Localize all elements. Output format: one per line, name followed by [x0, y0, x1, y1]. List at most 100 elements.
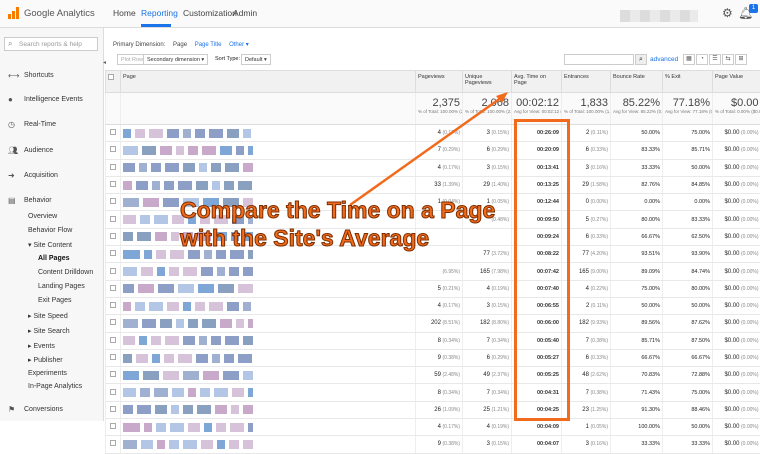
- row-checkbox[interactable]: [106, 159, 121, 176]
- page-url-cell[interactable]: [121, 159, 416, 176]
- sidebar-item-landing-pages[interactable]: Landing Pages: [38, 283, 85, 290]
- table-filter-input[interactable]: [564, 54, 634, 65]
- app-logo[interactable]: Google Analytics: [8, 7, 95, 19]
- sidebar-item-real-time[interactable]: Real-Time: [24, 121, 56, 128]
- table-row[interactable]: 4 (0.17%)3 (0.15%)00:06:552 (0.11%)50.00…: [106, 297, 760, 314]
- table-row[interactable]: 26 (1.09%)25 (1.21%)00:04:2523 (1.25%)91…: [106, 401, 760, 418]
- row-checkbox[interactable]: [106, 419, 121, 436]
- dimension-page[interactable]: Page: [173, 42, 187, 48]
- header-pageviews[interactable]: Pageviews: [416, 71, 463, 93]
- table-row[interactable]: 9 (0.38%)6 (0.29%)00:05:276 (0.33%)66.67…: [106, 349, 760, 366]
- page-url-cell[interactable]: [121, 125, 416, 142]
- table-row[interactable]: 33 (1.39%)29 (1.40%)00:13:2529 (1.58%)82…: [106, 176, 760, 193]
- sidebar-item-site-content[interactable]: ▾ Site Content: [28, 241, 72, 249]
- sidebar-item-behavior-flow[interactable]: Behavior Flow: [28, 227, 72, 234]
- header-avg-time-on-page[interactable]: Avg. Time on Page: [512, 71, 562, 93]
- sidebar-item-in-page-analytics[interactable]: In-Page Analytics: [28, 383, 82, 390]
- exit-cell: 0.00%: [663, 194, 713, 211]
- table-row[interactable]: 4 (0.17%)3 (0.15%)00:26:092 (0.11%)50.00…: [106, 125, 760, 142]
- tab-reporting[interactable]: Reporting: [141, 8, 178, 18]
- table-row[interactable]: 4 (0.17%)4 (0.19%)00:04:091 (0.05%)100.0…: [106, 419, 760, 436]
- gear-icon[interactable]: ⚙: [722, 6, 733, 20]
- table-row[interactable]: 5 (0.21%)4 (0.19%)00:07:404 (0.22%)75.00…: [106, 280, 760, 297]
- tab-home[interactable]: Home: [113, 8, 136, 18]
- row-checkbox[interactable]: [106, 194, 121, 211]
- page-url-cell[interactable]: [121, 297, 416, 314]
- search-input[interactable]: ⌕Search reports & help: [4, 37, 98, 51]
- table-row[interactable]: (6.95%)165 (7.98%)00:07:42165 (9.00%)89.…: [106, 263, 760, 280]
- table-row[interactable]: 59 (2.48%)49 (2.37%)00:05:2548 (2.62%)70…: [106, 367, 760, 384]
- table-row[interactable]: 202 (8.51%)182 (8.80%)00:06:00182 (9.93%…: [106, 315, 760, 332]
- header-checkbox[interactable]: [106, 71, 121, 93]
- account-selector[interactable]: [620, 10, 698, 22]
- page-url-cell[interactable]: [121, 176, 416, 193]
- dimension-other[interactable]: Other ▾: [229, 42, 249, 48]
- page-url-cell[interactable]: [121, 142, 416, 159]
- table-row[interactable]: 8 (0.34%)7 (0.34%)00:04:317 (0.38%)71.43…: [106, 384, 760, 401]
- advanced-filter-link[interactable]: advanced: [650, 56, 678, 63]
- table-view-icon[interactable]: ▦: [683, 54, 695, 65]
- row-checkbox[interactable]: [106, 436, 121, 453]
- row-checkbox[interactable]: [106, 401, 121, 418]
- row-checkbox[interactable]: [106, 142, 121, 159]
- header-exit[interactable]: % Exit: [663, 71, 713, 93]
- sidebar-item-experiments[interactable]: Experiments: [28, 370, 67, 377]
- dimension-page-title[interactable]: Page Title: [195, 42, 222, 48]
- row-checkbox[interactable]: [106, 263, 121, 280]
- table-row[interactable]: 8 (0.34%)7 (0.34%)00:05:407 (0.38%)85.71…: [106, 332, 760, 349]
- page-url-cell[interactable]: [121, 315, 416, 332]
- sidebar-item-conversions[interactable]: Conversions: [24, 406, 63, 413]
- bar-view-icon[interactable]: ☰: [709, 54, 721, 65]
- row-checkbox[interactable]: [106, 228, 121, 245]
- row-checkbox[interactable]: [106, 349, 121, 366]
- header-bounce-rate[interactable]: Bounce Rate: [611, 71, 663, 93]
- table-row[interactable]: 9 (0.38%)3 (0.15%)00:04:073 (0.16%)33.33…: [106, 436, 760, 453]
- sidebar-item-site-search[interactable]: ▸ Site Search: [28, 327, 70, 335]
- header-page-value[interactable]: Page Value: [713, 71, 760, 93]
- pivot-view-icon[interactable]: ⊞: [735, 54, 747, 65]
- page-url-cell[interactable]: [121, 436, 416, 453]
- sidebar-item-site-speed[interactable]: ▸ Site Speed: [28, 312, 68, 320]
- row-checkbox[interactable]: [106, 315, 121, 332]
- sort-type-dropdown[interactable]: Default ▾: [241, 54, 271, 65]
- sidebar-item-acquisition[interactable]: Acquisition: [24, 172, 58, 179]
- tab-admin[interactable]: Admin: [233, 8, 257, 18]
- sidebar-item-events[interactable]: ▸ Events: [28, 342, 55, 350]
- compare-view-icon[interactable]: ⇆: [722, 54, 734, 65]
- row-checkbox[interactable]: [106, 384, 121, 401]
- row-checkbox[interactable]: [106, 297, 121, 314]
- page-url-cell[interactable]: [121, 401, 416, 418]
- secondary-dimension-dropdown[interactable]: Secondary dimension ▾: [143, 54, 208, 65]
- tab-customization[interactable]: Customization: [183, 8, 237, 18]
- row-checkbox[interactable]: [106, 176, 121, 193]
- page-url-cell[interactable]: [121, 349, 416, 366]
- sidebar-item-behavior[interactable]: Behavior: [24, 197, 52, 204]
- sidebar-item-audience[interactable]: Audience: [24, 147, 53, 154]
- page-url-cell[interactable]: [121, 332, 416, 349]
- header-entrances[interactable]: Entrances: [562, 71, 611, 93]
- row-checkbox[interactable]: [106, 367, 121, 384]
- row-checkbox[interactable]: [106, 280, 121, 297]
- page-url-cell[interactable]: [121, 280, 416, 297]
- sidebar-item-content-drilldown[interactable]: Content Drilldown: [38, 269, 93, 276]
- sidebar-item-overview[interactable]: Overview: [28, 213, 57, 220]
- sidebar-item-publisher[interactable]: ▸ Publisher: [28, 356, 63, 364]
- sidebar-item-all-pages[interactable]: All Pages: [38, 255, 70, 262]
- sidebar-item-shortcuts[interactable]: Shortcuts: [24, 72, 54, 79]
- row-checkbox[interactable]: [106, 125, 121, 142]
- page-url-cell[interactable]: [121, 367, 416, 384]
- row-checkbox[interactable]: [106, 332, 121, 349]
- page-url-cell[interactable]: [121, 384, 416, 401]
- header-unique-pageviews[interactable]: Unique Pageviews: [463, 71, 512, 93]
- table-row[interactable]: 4 (0.17%)3 (0.15%)00:13:413 (0.16%)33.33…: [106, 159, 760, 176]
- sidebar-item-exit-pages[interactable]: Exit Pages: [38, 297, 71, 304]
- pie-view-icon[interactable]: ◔: [696, 54, 708, 65]
- row-checkbox[interactable]: [106, 246, 121, 263]
- table-row[interactable]: 7 (0.29%)6 (0.29%)00:20:096 (0.33%)83.33…: [106, 142, 760, 159]
- page-url-cell[interactable]: [121, 263, 416, 280]
- sidebar-item-intelligence-events[interactable]: Intelligence Events: [24, 96, 83, 103]
- page-url-cell[interactable]: [121, 419, 416, 436]
- search-icon[interactable]: ⌕: [635, 54, 647, 65]
- header-page[interactable]: Page: [121, 71, 416, 93]
- row-checkbox[interactable]: [106, 211, 121, 228]
